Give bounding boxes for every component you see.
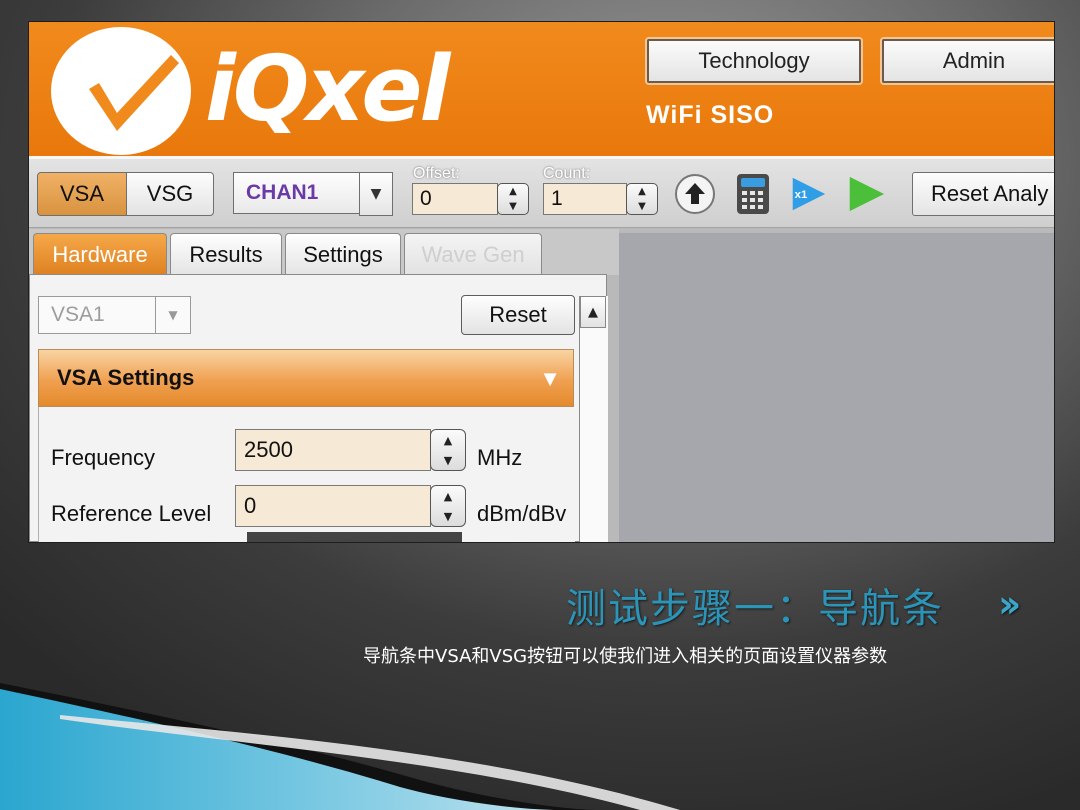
vsa-settings-header[interactable]: VSA Settings ▼ <box>38 349 574 407</box>
app-header: iQxel Technology Admin WiFi SISO <box>29 22 1054 159</box>
technology-button[interactable]: Technology <box>647 39 861 83</box>
tab-settings[interactable]: Settings <box>285 233 401 275</box>
count-field[interactable]: 1 <box>543 183 627 215</box>
frequency-label: Frequency <box>51 445 155 470</box>
admin-button[interactable]: Admin <box>882 39 1054 83</box>
frequency-stepper[interactable]: ▲ ▼ <box>430 429 466 471</box>
toolbar: VSA VSG CHAN1 ▼ Offset: 0 ▲ ▼ Count: 1 ▲ ▼ <box>29 159 1054 228</box>
tab-results[interactable]: Results <box>170 233 282 275</box>
reference-level-unit: dBm/dBv <box>477 501 567 526</box>
offset-field[interactable]: 0 <box>412 183 498 215</box>
next-field-partial <box>247 532 462 542</box>
offset-stepper[interactable]: ▲ ▼ <box>497 183 529 215</box>
count-stepper[interactable]: ▲ ▼ <box>626 183 658 215</box>
reference-level-label: Reference Level <box>51 501 212 526</box>
logo-text: iQxel <box>205 37 450 142</box>
analyzer-select: VSA1 <box>38 296 156 334</box>
scroll-up-icon[interactable]: ▲ <box>580 296 606 328</box>
mode-subtitle: WiFi SISO <box>646 101 775 129</box>
tab-hardware[interactable]: Hardware <box>33 233 167 275</box>
vsg-button[interactable]: VSG <box>126 172 214 216</box>
app-screenshot: iQxel Technology Admin WiFi SISO VSA VSG… <box>28 21 1055 543</box>
vsa-settings-body: Frequency 2500 ▲ ▼ MHz Reference Level 0 … <box>38 407 575 542</box>
run-once-icon[interactable]: x1 <box>787 173 829 215</box>
tab-wave-gen: Wave Gen <box>404 233 542 275</box>
chevron-down-icon[interactable]: ▼ <box>359 172 393 216</box>
reference-level-stepper[interactable]: ▲ ▼ <box>430 485 466 527</box>
decorative-wave <box>0 683 680 810</box>
reset-button[interactable]: Reset <box>461 295 575 335</box>
frequency-field[interactable]: 2500 <box>235 429 431 471</box>
slide-subtitle: 导航条中VSA和VSG按钮可以使我们进入相关的页面设置仪器参数 <box>363 646 888 667</box>
tab-bar: Hardware Results Settings Wave Gen <box>29 229 619 275</box>
checkmark-icon <box>89 55 179 131</box>
upload-icon[interactable] <box>674 173 716 215</box>
hardware-panel: VSA1 ▼ Reset ▲ VSA Settings ▼ Frequency … <box>29 274 608 542</box>
play-icon[interactable] <box>844 173 886 215</box>
frequency-unit: MHz <box>477 445 523 470</box>
chevron-down-icon: ▼ <box>155 296 191 334</box>
count-label: Count: <box>543 165 591 182</box>
reference-level-field[interactable]: 0 <box>235 485 431 527</box>
offset-label: Offset: <box>413 165 460 182</box>
channel-select[interactable]: CHAN1 <box>233 172 361 214</box>
logo-mark <box>51 27 191 155</box>
double-chevron-icon: ›› <box>998 582 1022 626</box>
vsa-button[interactable]: VSA <box>37 172 127 216</box>
section-title: VSA Settings <box>57 365 195 390</box>
collapse-triangle-icon[interactable]: ▼ <box>539 366 561 392</box>
reset-analysis-button[interactable]: Reset Analy <box>912 172 1054 216</box>
calculator-icon[interactable] <box>732 173 774 215</box>
results-area <box>619 233 1054 542</box>
scrollbar[interactable]: ▲ <box>579 296 608 542</box>
run-once-badge: x1 <box>795 189 808 201</box>
slide-title: 测试步骤一：导航条 <box>566 586 944 632</box>
